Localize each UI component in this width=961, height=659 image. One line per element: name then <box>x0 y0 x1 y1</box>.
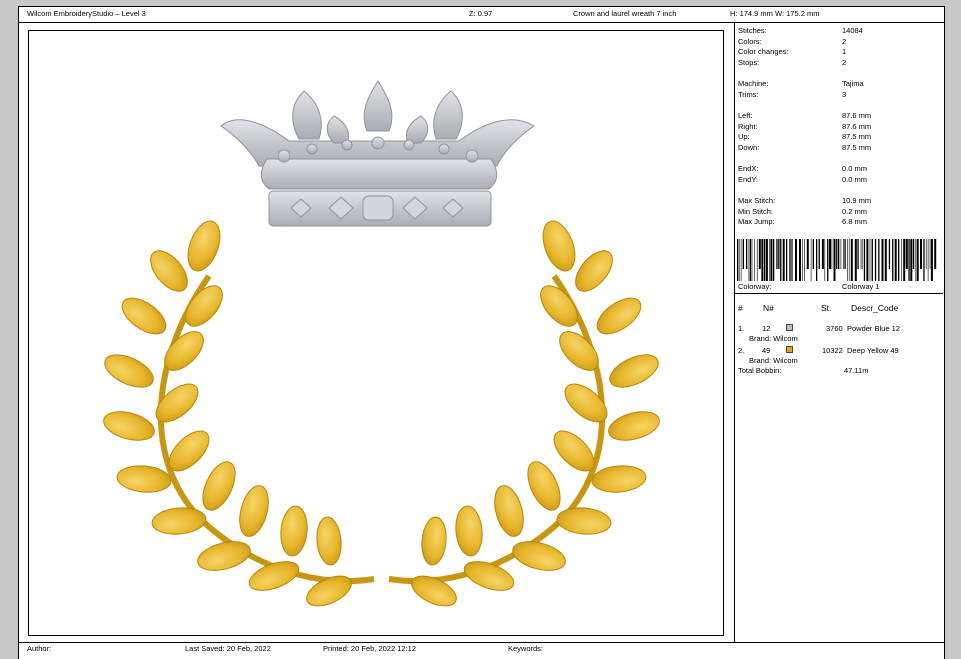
col-header-stitches: St. <box>821 303 832 313</box>
stat-label: Right: <box>738 122 758 131</box>
row-index: 1. <box>738 324 745 333</box>
stat-label: Max Stitch: <box>738 196 776 205</box>
footer-divider <box>18 642 945 643</box>
stat-label: EndX: <box>738 164 759 173</box>
stat-label: Up: <box>738 132 750 141</box>
stat-value: 87.6 mm <box>842 111 872 120</box>
embroidery-design <box>103 80 660 607</box>
stat-value: 3 <box>842 90 847 99</box>
stat-label: Stitches: <box>738 26 767 35</box>
color-swatch <box>786 346 793 353</box>
stat-label: Down: <box>738 143 760 152</box>
total-bobbin-value: 47.11m <box>844 366 869 375</box>
stat-value: 87.6 mm <box>842 122 872 131</box>
stat-value: 6.8 mm <box>842 217 868 226</box>
stat-label: Color changes: <box>738 47 789 56</box>
design-name: Crown and laurel wreath 7 inch <box>573 9 677 18</box>
barcode-image <box>737 239 937 281</box>
row-stitches: 10322 <box>822 346 843 355</box>
stat-label: Left: <box>738 111 753 120</box>
stat-value: 0.2 mm <box>842 207 868 216</box>
stat-value: Tajima <box>842 79 864 88</box>
stat-value: 10.9 mm <box>842 196 872 205</box>
stat-value: 2 <box>842 58 847 67</box>
stat-value: 0.0 mm <box>842 175 868 184</box>
stat-label: Trims: <box>738 90 759 99</box>
crown-motif <box>220 80 535 227</box>
zoom-level: Z: 0.97 <box>469 9 493 18</box>
stat-value: 1 <box>842 47 847 56</box>
app-title: Wilcom EmbroideryStudio – Level 3 <box>27 9 146 18</box>
footer-author: Author: <box>27 644 52 653</box>
stat-label: Machine: <box>738 79 769 88</box>
laurel-wreath <box>103 220 660 607</box>
stat-value: 2 <box>842 37 847 46</box>
row-descr: Deep Yellow 49 <box>847 346 899 355</box>
stat-value: 14084 <box>842 26 863 35</box>
col-header-needle: N# <box>763 303 774 313</box>
stat-value: 87.5 mm <box>842 143 872 152</box>
colorway-divider <box>735 293 943 294</box>
colorway-label: Colorway: <box>738 282 772 291</box>
row-descr: Powder Blue 12 <box>847 324 900 333</box>
col-header-index: # <box>738 303 743 313</box>
colorway-value: Colorway 1 <box>842 282 880 291</box>
panel-divider <box>734 23 735 643</box>
col-header-descr: Descr_Code <box>851 303 899 313</box>
stat-label: EndY: <box>738 175 759 184</box>
row-index: 2. <box>738 346 745 355</box>
stat-label: Min Stitch: <box>738 207 774 216</box>
row-brand: Brand: Wilcom <box>749 334 798 343</box>
row-brand: Brand: Wilcom <box>749 356 798 365</box>
stat-label: Colors: <box>738 37 762 46</box>
total-bobbin-label: Total Bobbin: <box>738 366 782 375</box>
header-divider <box>18 22 945 23</box>
stat-label: Stops: <box>738 58 760 67</box>
footer-keywords: Keywords: <box>508 644 544 653</box>
row-needle: 49 <box>762 346 771 355</box>
color-swatch <box>786 324 793 331</box>
design-frame <box>28 30 724 636</box>
row-needle: 12 <box>762 324 771 333</box>
stat-value: 87.5 mm <box>842 132 872 141</box>
row-stitches: 3760 <box>826 324 843 333</box>
footer-printed: Printed: 20 Feb, 2022 12:12 <box>323 644 416 653</box>
stat-label: Max Jump: <box>738 217 775 226</box>
stat-value: 0.0 mm <box>842 164 868 173</box>
design-dimensions: H: 174.9 mm W: 175.2 mm <box>730 9 820 18</box>
footer-last-saved: Last Saved: 20 Feb, 2022 <box>185 644 271 653</box>
